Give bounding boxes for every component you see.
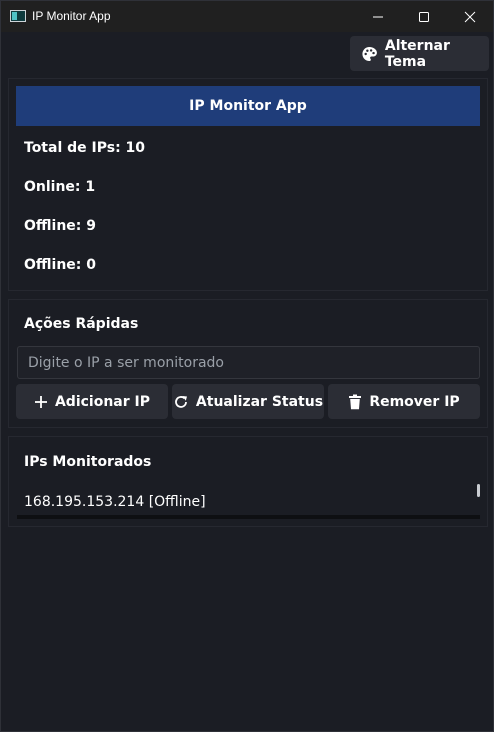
trash-icon [349, 394, 362, 409]
offline-count-label: Offline: 9 [24, 218, 97, 234]
window-title: IP Monitor App [32, 9, 111, 23]
horizontal-scrollbar[interactable] [17, 515, 480, 519]
palette-icon [362, 46, 377, 61]
refresh-status-label: Atualizar Status [195, 393, 324, 410]
add-ip-label: Adicionar IP [54, 393, 151, 410]
quick-actions-panel: Ações Rápidas Adicionar IP Atualizar Sta… [8, 299, 488, 428]
minimize-button[interactable] [355, 1, 401, 32]
maximize-icon [419, 11, 429, 22]
offline-count-secondary-label: Offline: 0 [24, 257, 97, 273]
remove-ip-label: Remover IP [369, 393, 460, 410]
quick-actions-title: Ações Rápidas [24, 316, 139, 332]
close-button[interactable] [447, 1, 493, 32]
remove-ip-button[interactable]: Remover IP [328, 384, 480, 419]
toggle-theme-button[interactable]: Alternar Tema [350, 36, 489, 71]
minimize-icon [373, 16, 383, 17]
stats-header: IP Monitor App [16, 86, 480, 126]
refresh-icon [175, 395, 187, 408]
maximize-button[interactable] [401, 1, 447, 32]
total-ips-label: Total de IPs: 10 [24, 140, 146, 156]
title-bar[interactable]: IP Monitor App [1, 1, 493, 32]
plus-icon [34, 395, 47, 408]
stats-panel: IP Monitor App Total de IPs: 10 Online: … [8, 78, 488, 291]
refresh-status-button[interactable]: Atualizar Status [172, 384, 324, 419]
add-ip-button[interactable]: Adicionar IP [16, 384, 168, 419]
ip-input[interactable] [17, 346, 480, 379]
monitored-ips-title: IPs Monitorados [24, 454, 152, 470]
online-count-label: Online: 1 [24, 179, 96, 195]
toggle-theme-label: Alternar Tema [384, 37, 450, 70]
close-icon [464, 11, 476, 22]
vertical-scrollbar[interactable] [477, 484, 480, 497]
app-icon [10, 10, 26, 22]
list-item[interactable]: 168.195.153.214 [Offline] [24, 494, 206, 510]
monitored-ips-panel: IPs Monitorados 168.195.153.214 [Offline… [8, 436, 488, 527]
app-window: IP Monitor App Alternar Tema IP Monitor … [0, 0, 494, 732]
